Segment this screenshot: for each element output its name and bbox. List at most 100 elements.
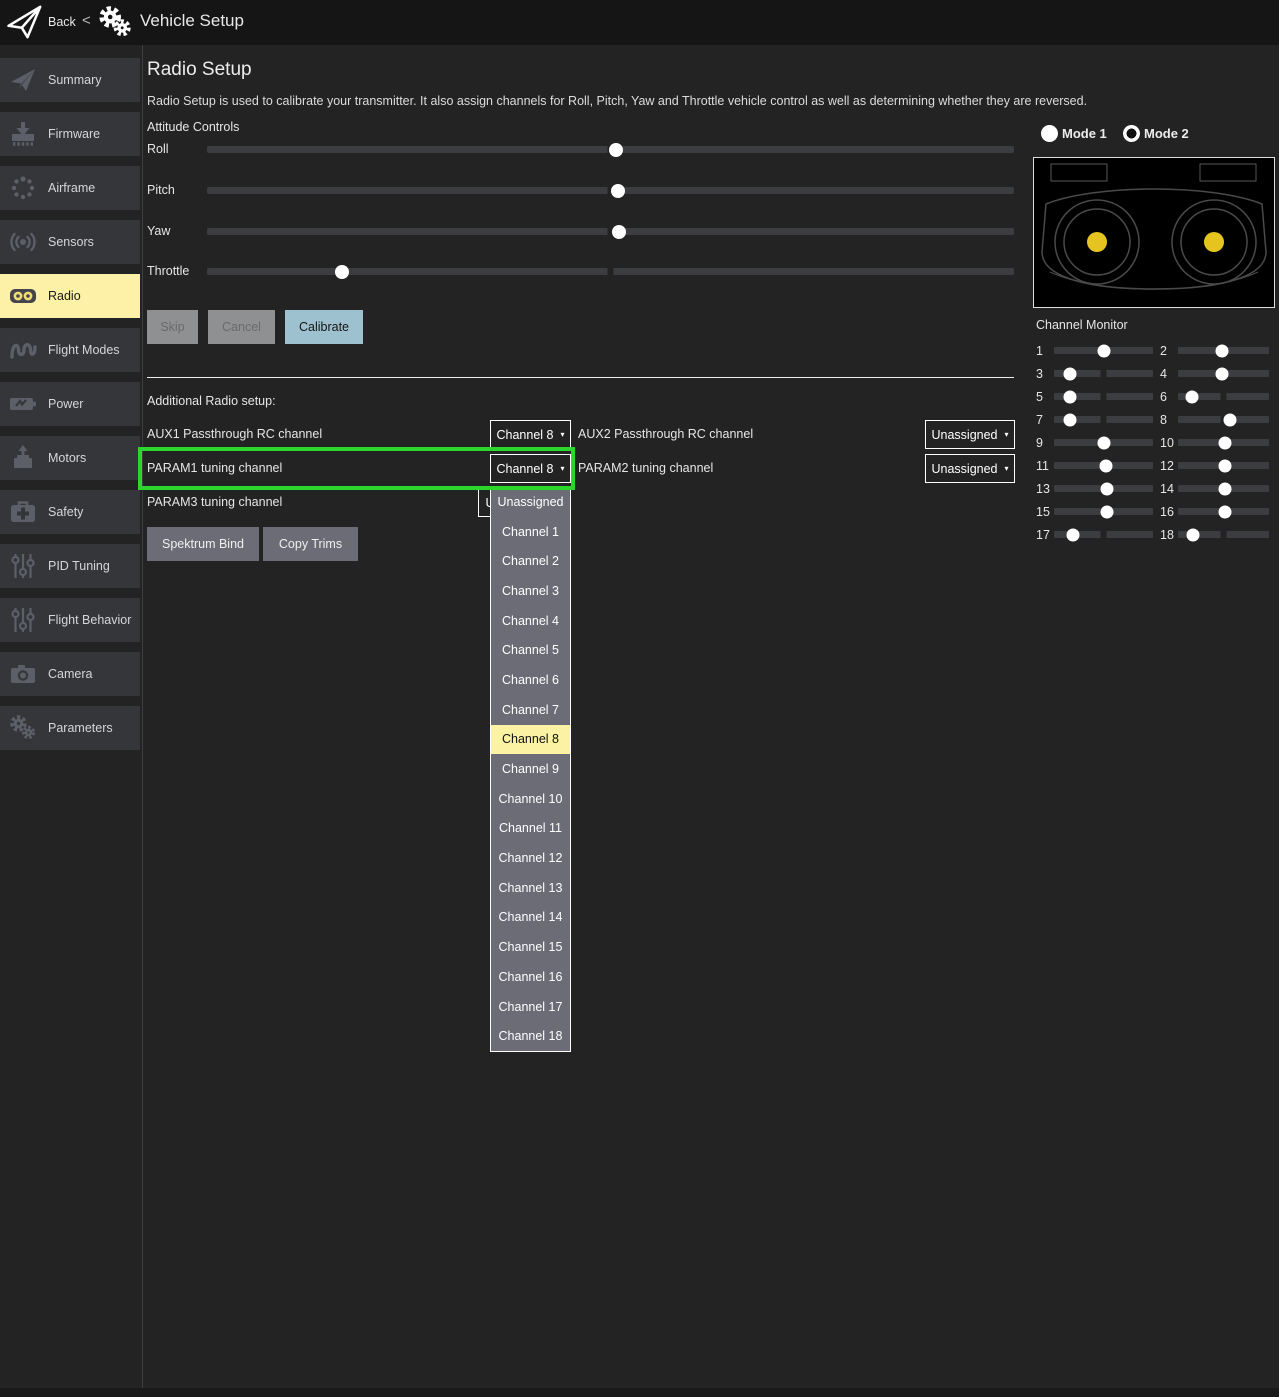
sidebar-item-summary[interactable]: Summary (0, 58, 140, 102)
channel-dropdown-list: Unassigned Channel 1 Channel 2 Channel 3… (490, 486, 571, 1052)
channel-option[interactable]: Channel 15 (491, 932, 570, 962)
channel-monitor-row: 4 (1160, 362, 1276, 385)
paper-plane-icon (8, 65, 38, 95)
channel-option[interactable]: Channel 17 (491, 992, 570, 1022)
channel-number: 12 (1160, 459, 1178, 473)
mode1-label: Mode 1 (1062, 126, 1107, 141)
channel-option[interactable]: Channel 12 (491, 843, 570, 873)
channel-monitor-grid: 1 2 3 4 5 6 7 8 9 10 11 12 13 14 15 16 1… (1036, 339, 1276, 546)
channel-value-dot (1223, 413, 1236, 426)
sidebar-item-power[interactable]: Power (0, 382, 140, 426)
section-separator (147, 377, 1014, 378)
channel-option[interactable]: Channel 14 (491, 903, 570, 933)
aux2-channel-combo[interactable]: Unassigned ▾ (925, 420, 1015, 449)
channel-monitor-row: 1 (1036, 339, 1160, 362)
roll-slider[interactable] (207, 146, 1014, 153)
copy-trims-button[interactable]: Copy Trims (263, 527, 358, 561)
param2-channel-value: Unassigned (931, 462, 997, 476)
sidebar-item-pid-tuning[interactable]: PID Tuning (0, 544, 140, 588)
sidebar-item-firmware[interactable]: Firmware (0, 112, 140, 156)
channel-option[interactable]: Channel 6 (491, 665, 570, 695)
channel-option[interactable]: Channel 7 (491, 695, 570, 725)
channel-option[interactable]: Channel 3 (491, 576, 570, 606)
channel-monitor-row: 14 (1160, 477, 1276, 500)
channel-monitor-row: 5 (1036, 385, 1160, 408)
pitch-slider-handle[interactable] (611, 184, 625, 198)
caret-down-icon: ▾ (560, 431, 564, 439)
breadcrumb-chevron: < (82, 12, 91, 29)
skip-button[interactable]: Skip (147, 310, 198, 344)
first-aid-icon (8, 497, 38, 527)
cancel-button[interactable]: Cancel (208, 310, 275, 344)
aux1-channel-combo[interactable]: Channel 8 ▾ (490, 420, 571, 449)
sidebar-item-label: Sensors (48, 235, 94, 249)
yaw-label: Yaw (147, 224, 170, 238)
channel-number: 5 (1036, 390, 1054, 404)
channel-bar (1054, 462, 1153, 469)
channel-option[interactable]: Channel 4 (491, 606, 570, 636)
channel-option[interactable]: Channel 13 (491, 873, 570, 903)
radio-setup-description: Radio Setup is used to calibrate your tr… (147, 94, 1107, 108)
sidebar-item-parameters[interactable]: Parameters (0, 706, 140, 750)
sidebar-item-label: Camera (48, 667, 92, 681)
sidebar-item-safety[interactable]: Safety (0, 490, 140, 534)
channel-monitor-heading: Channel Monitor (1036, 318, 1128, 332)
channel-option[interactable]: Channel 18 (491, 1021, 570, 1051)
throttle-slider-handle[interactable] (335, 265, 349, 279)
channel-bar (1054, 370, 1153, 377)
qgc-logo-icon[interactable] (6, 3, 44, 41)
roll-slider-handle[interactable] (609, 143, 623, 157)
back-button[interactable]: Back (48, 15, 76, 29)
channel-option[interactable]: Channel 1 (491, 517, 570, 547)
mode1-radio[interactable]: Mode 1 (1041, 125, 1107, 142)
radio-button-checked-icon[interactable] (1123, 125, 1140, 142)
sidebar-item-flight-behavior[interactable]: Flight Behavior (0, 598, 140, 642)
channel-number: 13 (1036, 482, 1054, 496)
sidebar-item-flight-modes[interactable]: Flight Modes (0, 328, 140, 372)
channel-number: 17 (1036, 528, 1054, 542)
spektrum-bind-button[interactable]: Spektrum Bind (147, 527, 259, 561)
yaw-slider-handle[interactable] (612, 225, 626, 239)
top-toolbar: Back < Vehicle Setup (0, 0, 1279, 45)
param2-channel-combo[interactable]: Unassigned ▾ (925, 454, 1015, 483)
channel-option[interactable]: Channel 9 (491, 754, 570, 784)
pitch-slider[interactable] (207, 187, 1014, 194)
mode2-radio[interactable]: Mode 2 (1123, 125, 1189, 142)
channel-bar (1178, 416, 1269, 423)
channel-value-dot (1066, 528, 1079, 541)
aux1-passthrough-label: AUX1 Passthrough RC channel (147, 427, 322, 441)
channel-number: 10 (1160, 436, 1178, 450)
channel-number: 7 (1036, 413, 1054, 427)
channel-monitor-row: 9 (1036, 431, 1160, 454)
channel-number: 11 (1036, 459, 1054, 473)
channel-monitor-row: 12 (1160, 454, 1276, 477)
channel-value-dot (1063, 390, 1076, 403)
transmitter-sticks-graphic (1034, 158, 1274, 307)
param1-tuning-label: PARAM1 tuning channel (147, 461, 282, 475)
channel-monitor-row: 11 (1036, 454, 1160, 477)
channel-option[interactable]: Channel 16 (491, 962, 570, 992)
channel-option[interactable]: Channel 10 (491, 784, 570, 814)
sidebar-item-motors[interactable]: Motors (0, 436, 140, 480)
channel-option[interactable]: Channel 5 (491, 635, 570, 665)
sidebar-item-label: Motors (48, 451, 86, 465)
sidebar-item-camera[interactable]: Camera (0, 652, 140, 696)
sidebar-item-airframe[interactable]: Airframe (0, 166, 140, 210)
radio-button-icon[interactable] (1041, 125, 1058, 142)
yaw-slider[interactable] (207, 228, 1014, 235)
sidebar-item-label: PID Tuning (48, 559, 110, 573)
channel-monitor-row: 16 (1160, 500, 1276, 523)
throttle-slider[interactable] (207, 268, 1014, 275)
channel-option[interactable]: Channel 2 (491, 546, 570, 576)
calibrate-button[interactable]: Calibrate (285, 310, 363, 344)
sidebar-item-label: Safety (48, 505, 83, 519)
sidebar-item-sensors[interactable]: Sensors (0, 220, 140, 264)
channel-option[interactable]: Channel 11 (491, 814, 570, 844)
channel-value-dot (1100, 459, 1113, 472)
caret-down-icon: ▾ (560, 465, 564, 473)
channel-value-dot (1215, 367, 1228, 380)
channel-option[interactable]: Unassigned (491, 487, 570, 517)
sidebar-item-radio[interactable]: Radio (0, 274, 140, 318)
channel-option-selected[interactable]: Channel 8 (491, 725, 570, 755)
param1-channel-combo[interactable]: Channel 8 ▾ (490, 454, 571, 483)
